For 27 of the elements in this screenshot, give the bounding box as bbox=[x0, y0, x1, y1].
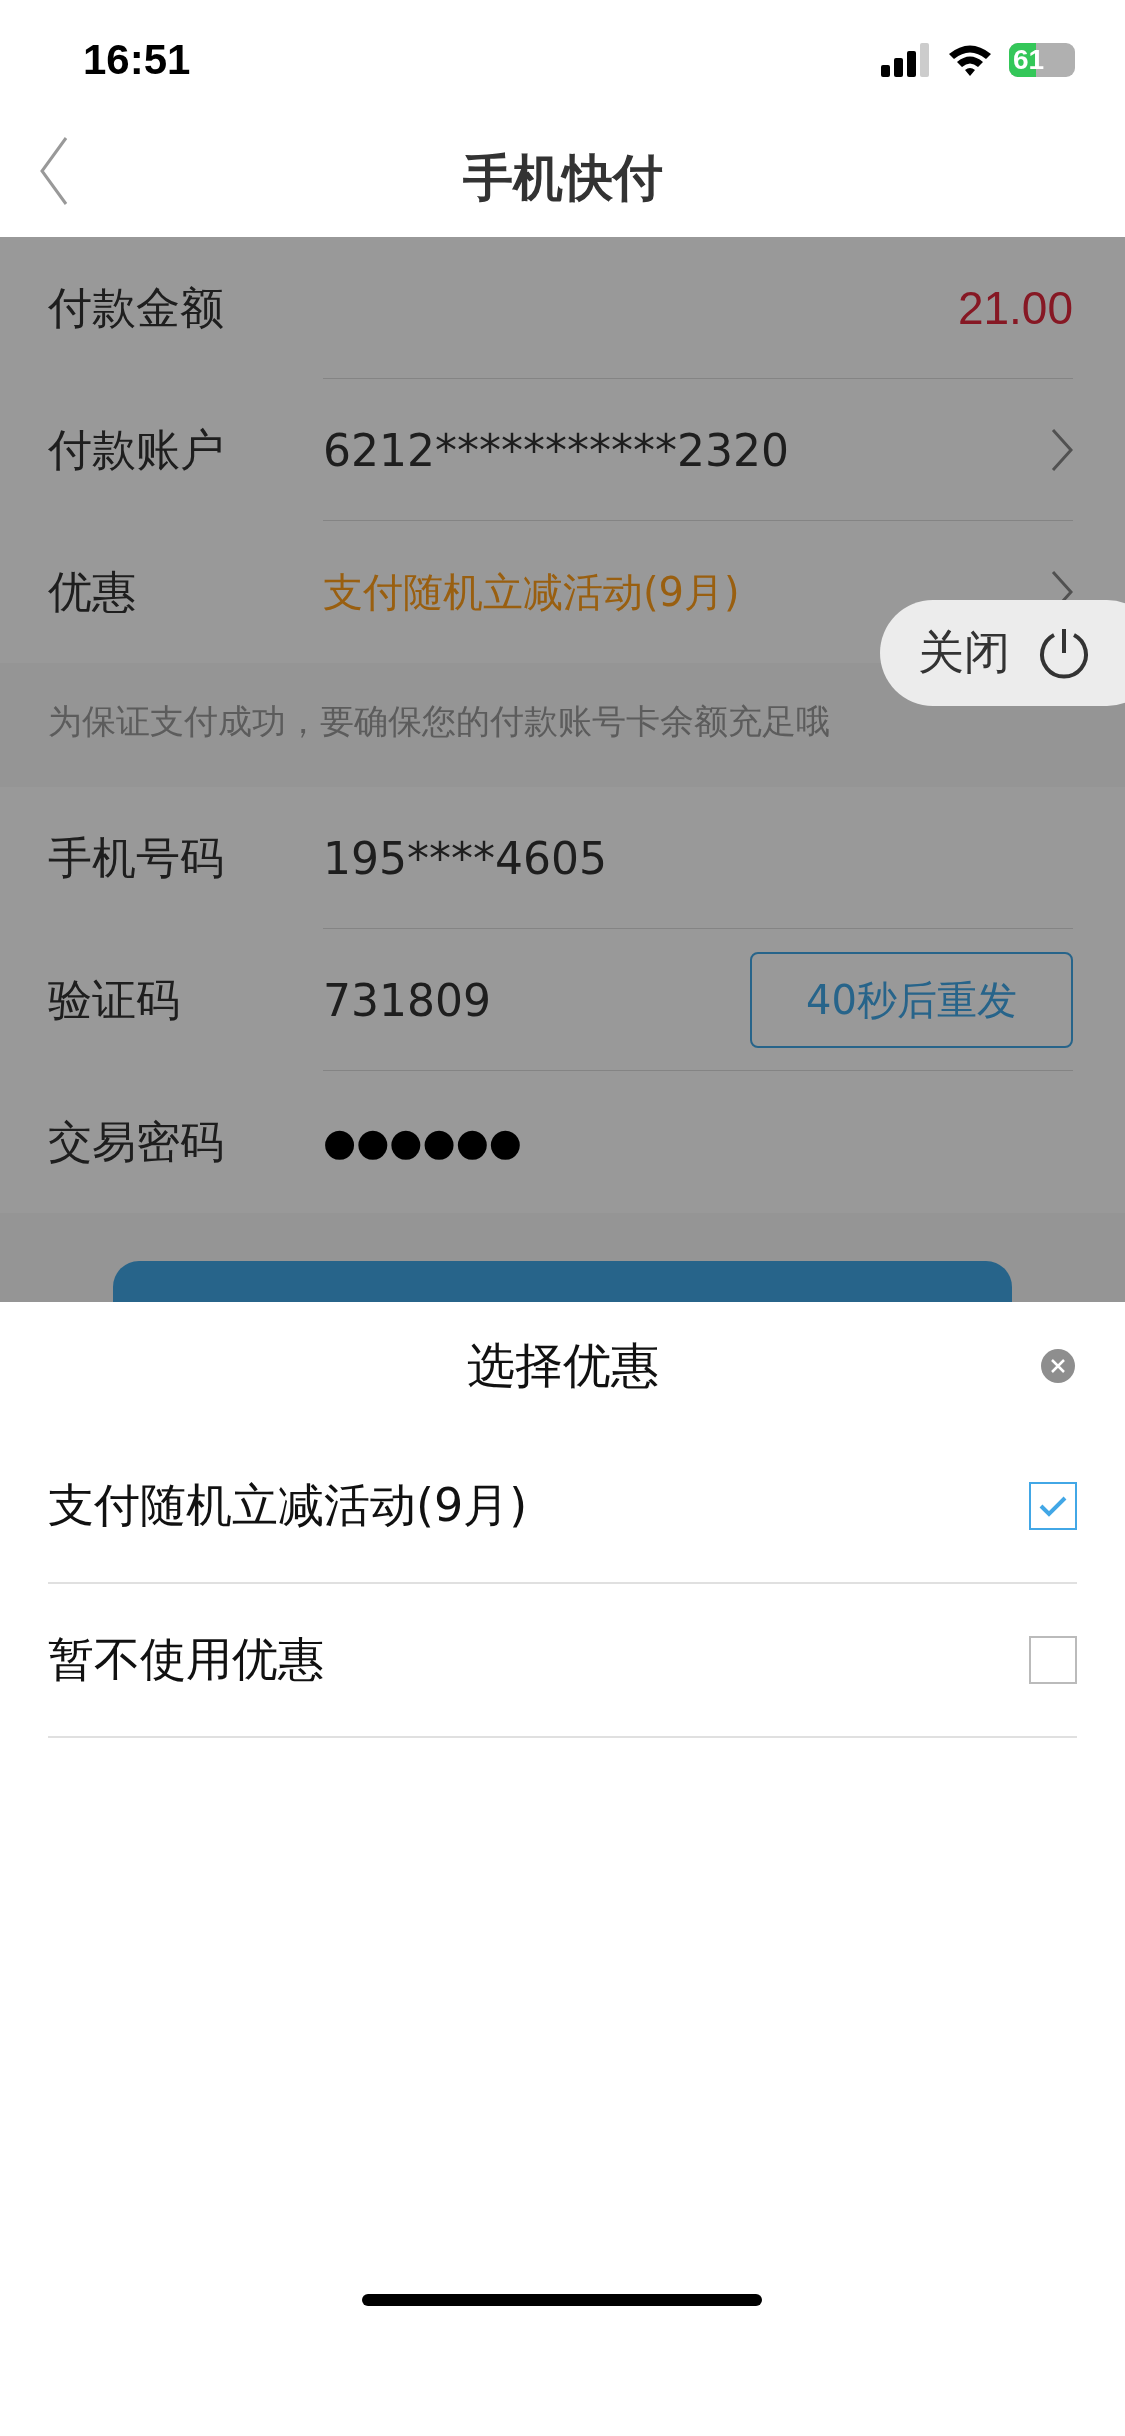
row-label: 付款账户 bbox=[48, 422, 225, 477]
account-value: 6212***********2320 bbox=[323, 424, 790, 476]
back-icon[interactable] bbox=[38, 136, 70, 206]
wifi-icon bbox=[947, 43, 993, 77]
close-icon[interactable] bbox=[1041, 1349, 1075, 1383]
row-label: 交易密码 bbox=[48, 1114, 225, 1169]
checkbox[interactable] bbox=[1029, 1636, 1077, 1684]
notice-text: 为保证支付成功，要确保您的付款账号卡余额充足哦 bbox=[48, 700, 830, 743]
chevron-right-icon bbox=[1051, 428, 1073, 472]
sheet-title: 选择优惠 bbox=[466, 1336, 659, 1395]
row-label: 付款金额 bbox=[48, 280, 225, 335]
promo-option[interactable]: 支付随机立减活动(9月) bbox=[48, 1430, 1077, 1584]
amount-value: 21.00 bbox=[956, 281, 1073, 335]
close-pill-button[interactable]: 关闭 bbox=[880, 600, 1125, 706]
row-label: 手机号码 bbox=[48, 830, 225, 885]
promo-option[interactable]: 暂不使用优惠 bbox=[48, 1584, 1077, 1738]
code-field[interactable]: 731809 bbox=[323, 974, 750, 1026]
phone-field[interactable]: 195****4605 bbox=[323, 832, 1073, 884]
status-time: 16:51 bbox=[83, 36, 191, 84]
row-label: 验证码 bbox=[48, 972, 181, 1027]
signal-icon bbox=[881, 43, 931, 77]
checkbox[interactable] bbox=[1029, 1482, 1077, 1530]
password-field[interactable]: ●●●●●● bbox=[323, 1120, 1073, 1164]
page-title: 手机快付 bbox=[462, 148, 663, 209]
checkmark-icon bbox=[1038, 1494, 1068, 1518]
row-label: 优惠 bbox=[48, 564, 137, 619]
promo-value: 支付随机立减活动(9月) bbox=[323, 567, 741, 617]
